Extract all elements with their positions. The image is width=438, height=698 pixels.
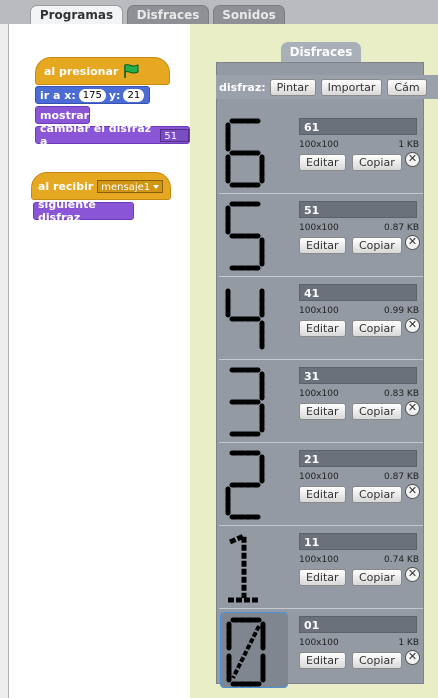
costume-dimensions: 100x100 [299,389,339,399]
delete-icon[interactable]: ✕ [405,484,420,499]
goto-y-label: y: [108,88,121,102]
tab-bar: Programas Disfraces Sonidos [0,0,438,25]
chevron-down-icon [153,184,160,189]
copy-costume-button[interactable]: Copiar [352,237,402,254]
delete-icon[interactable]: ✕ [405,401,420,416]
costume-dropdown-value: 51 [164,130,178,142]
costume-name-field[interactable]: 21 [299,450,417,467]
copy-costume-button[interactable]: Copiar [352,154,402,171]
chevron-down-icon [167,146,174,151]
costume-item[interactable]: 51 100x100 0.87 KB Editar Copiar ✕ [218,195,424,275]
tab-programas[interactable]: Programas [30,5,123,25]
costume-file-size: 0.99 KB [384,306,419,316]
costume-dropdown[interactable]: 51 [160,128,189,151]
message-dropdown[interactable]: mensaje1 [97,179,164,193]
next-costume-block[interactable]: siguiente disfraz [33,198,134,224]
delete-icon[interactable]: ✕ [405,152,420,167]
goto-label: ir a x: [40,88,76,102]
camera-button[interactable]: Cám [387,78,427,96]
costume-file-size: 1 KB [398,140,419,150]
go-to-xy-block[interactable]: ir a x: 175 y: 21 [35,86,150,104]
costume-thumbnail[interactable] [220,280,288,356]
costume-name-field[interactable]: 61 [299,118,417,135]
switch-costume-block[interactable]: cambiar el disfraz a 51 [35,122,190,151]
costume-dimensions: 100x100 [299,638,339,648]
costume-divider [219,359,423,360]
delete-icon[interactable]: ✕ [405,235,420,250]
costume-item[interactable]: 11 100x100 0.74 KB Editar Copiar ✕ [218,527,424,607]
tab-sonidos[interactable]: Sonidos [213,5,285,25]
costume-item[interactable]: 21 100x100 0.87 KB Editar Copiar ✕ [218,444,424,524]
costume-name-field[interactable]: 31 [299,367,417,384]
next-label: siguiente disfraz [38,198,96,224]
costume-file-size: 1 KB [398,638,419,648]
edit-costume-button[interactable]: Editar [299,320,346,337]
delete-icon[interactable]: ✕ [405,567,420,582]
costume-thumbnail[interactable] [220,197,288,273]
import-button[interactable]: Importar [320,78,383,96]
costume-label: disfraz: [219,80,266,94]
costumes-panel-tab[interactable]: Disfraces [281,42,361,62]
costume-thumbnail[interactable] [220,114,288,190]
delete-icon[interactable]: ✕ [405,318,420,333]
costume-thumbnail[interactable] [220,446,288,522]
show-label: mostrar [40,108,90,122]
costume-divider [219,193,423,194]
scripts-area[interactable]: al presionar ir a x: 175 y: 21 mostrar c… [8,24,190,698]
edit-costume-button[interactable]: Editar [299,154,346,171]
when-i-receive-block[interactable]: al recibir mensaje1 [31,172,171,200]
copy-costume-button[interactable]: Copiar [352,403,402,420]
costume-name-field[interactable]: 01 [299,616,417,633]
paint-button[interactable]: Pintar [269,78,316,96]
hat-label: al presionar [44,64,119,78]
when-flag-clicked-block[interactable]: al presionar [35,57,170,85]
costume-name-field[interactable]: 41 [299,284,417,301]
green-flag-icon [122,63,140,79]
message-dropdown-value: mensaje1 [101,181,151,193]
costume-dimensions: 100x100 [299,306,339,316]
costume-name-field[interactable]: 11 [299,533,417,550]
costume-dimensions: 100x100 [299,140,339,150]
delete-icon[interactable]: ✕ [405,650,420,665]
costume-name-field[interactable]: 51 [299,201,417,218]
costume-dimensions: 100x100 [299,472,339,482]
costume-item[interactable]: 61 100x100 1 KB Editar Copiar ✕ [218,112,424,192]
costume-item[interactable]: 01 100x100 1 KB Editar Copiar ✕ [218,610,424,690]
costume-divider [219,525,423,526]
copy-costume-button[interactable]: Copiar [352,569,402,586]
goto-x-input[interactable]: 175 [78,88,106,102]
costume-thumbnail[interactable] [220,529,288,605]
tab-disfraces[interactable]: Disfraces [127,5,209,25]
edit-costume-button[interactable]: Editar [299,403,346,420]
costume-thumbnail[interactable] [220,363,288,439]
costume-dimensions: 100x100 [299,223,339,233]
copy-costume-button[interactable]: Copiar [352,320,402,337]
edit-costume-button[interactable]: Editar [299,569,346,586]
costume-thumbnail[interactable] [220,612,288,688]
costume-file-size: 0.87 KB [384,223,419,233]
switch-label: cambiar el disfraz a [40,122,152,148]
costume-divider [219,608,423,609]
costume-item[interactable]: 31 100x100 0.83 KB Editar Copiar ✕ [218,361,424,441]
edit-costume-button[interactable]: Editar [299,486,346,503]
hat-label: al recibir [38,179,94,193]
costume-file-size: 0.87 KB [384,472,419,482]
costume-divider [219,442,423,443]
costume-divider [219,276,423,277]
costume-file-size: 0.74 KB [384,555,419,565]
edit-costume-button[interactable]: Editar [299,237,346,254]
edit-costume-button[interactable]: Editar [299,652,346,669]
scripts-pane-border [0,24,8,698]
goto-y-input[interactable]: 21 [123,88,145,102]
costume-toolbar: disfraz: Pintar Importar Cám [216,75,438,99]
costume-file-size: 0.83 KB [384,389,419,399]
copy-costume-button[interactable]: Copiar [352,486,402,503]
copy-costume-button[interactable]: Copiar [352,652,402,669]
costume-item[interactable]: 41 100x100 0.99 KB Editar Copiar ✕ [218,278,424,358]
costume-dimensions: 100x100 [299,555,339,565]
